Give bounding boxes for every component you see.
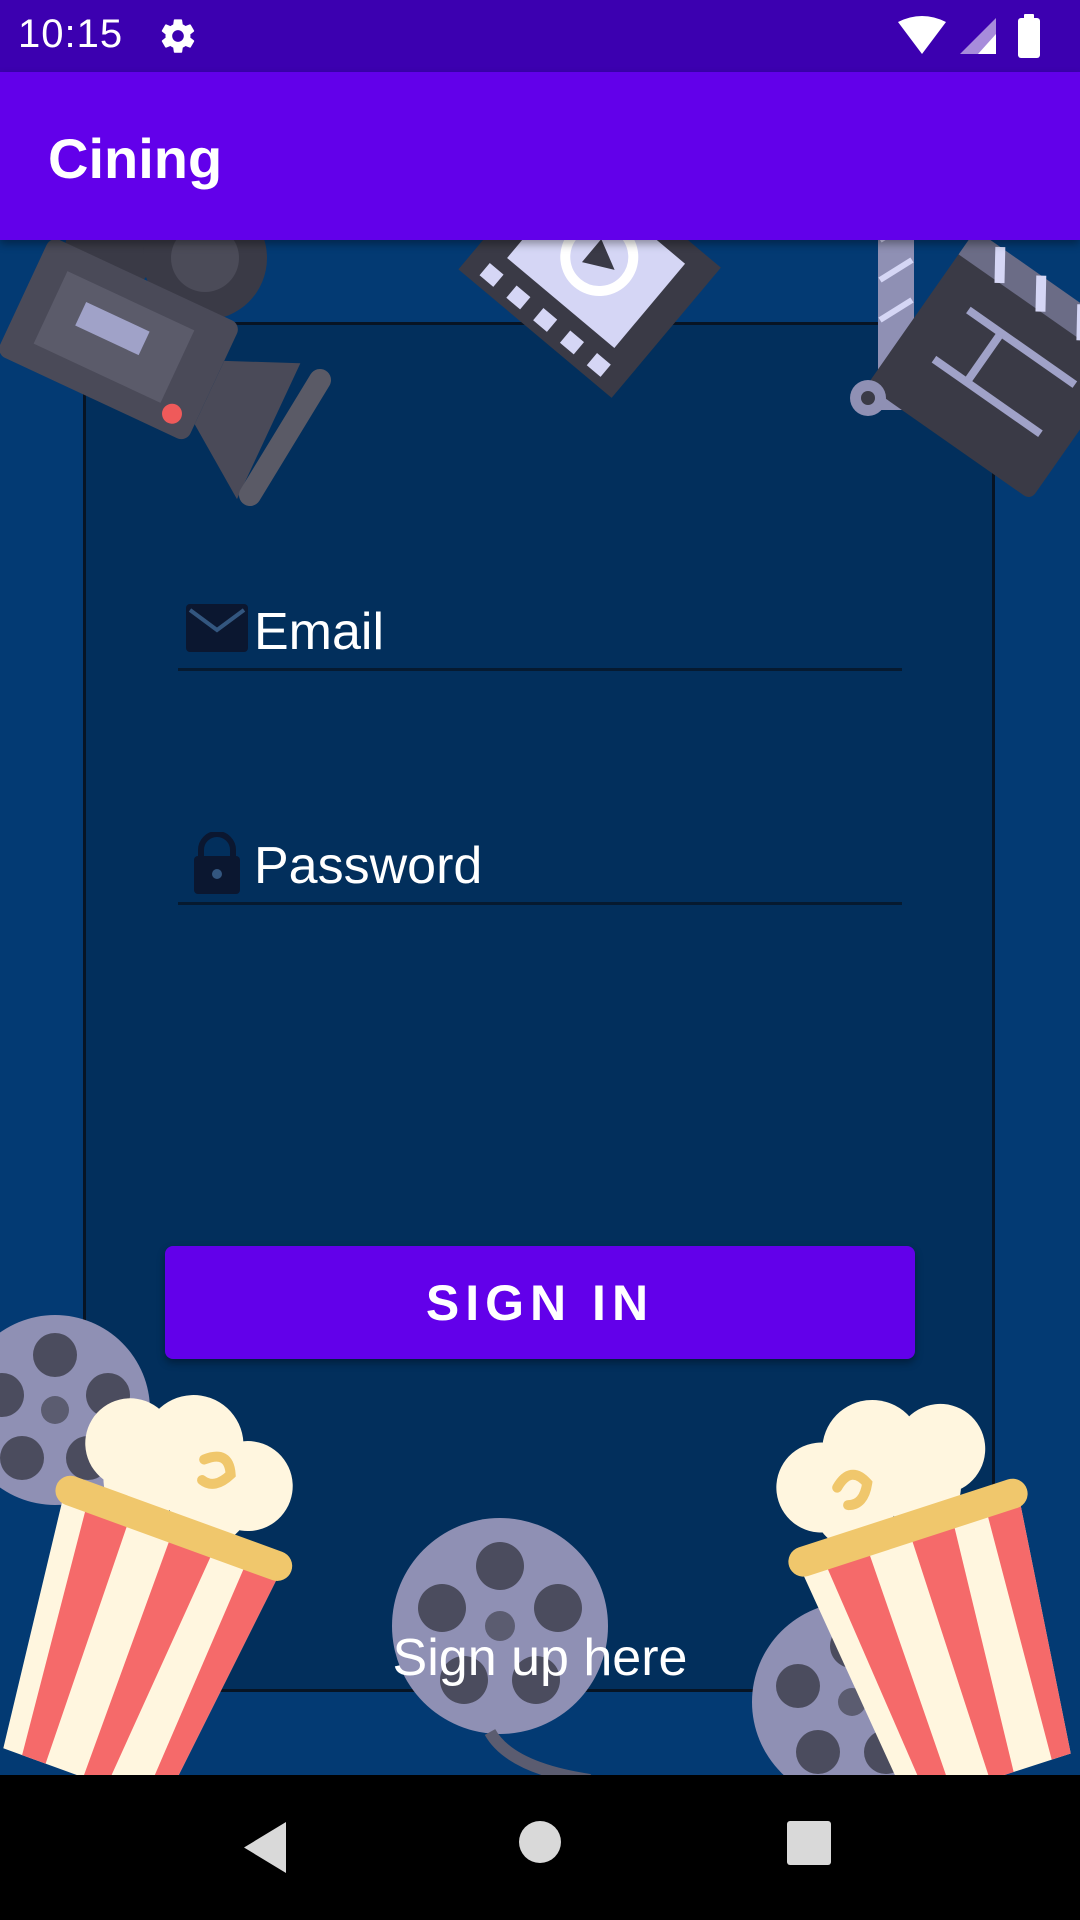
sign-in-button[interactable]: SIGN IN [165,1246,915,1359]
popcorn-icon [3,1395,293,1775]
film-frame-icon [458,240,721,398]
email-placeholder: Email [254,603,385,661]
email-icon [186,604,248,652]
navigation-bar [0,1775,1080,1920]
password-field[interactable]: Password [178,822,902,905]
app-title: Cining [48,127,223,190]
movie-camera-icon [0,240,331,506]
wifi-icon [898,16,946,54]
status-bar: 10:15 [0,0,1080,72]
password-placeholder: Password [254,837,483,895]
lock-icon [194,832,240,894]
cellular-signal-icon [960,18,996,54]
login-screen: Email Password SIGN IN Sign up here [0,240,1080,1775]
status-time: 10:15 [18,12,124,56]
email-field[interactable]: Email [178,588,902,671]
gear-icon [161,19,195,53]
sign-up-link[interactable]: Sign up here [0,1628,1080,1688]
recents-icon[interactable] [786,1820,832,1866]
status-icons [898,14,1040,58]
clapperboard-icon [850,240,1080,497]
back-icon[interactable] [240,1820,290,1875]
battery-icon [1018,14,1040,58]
popcorn-icon [776,1399,1071,1775]
app-bar: Cining [0,72,1080,240]
home-icon[interactable] [518,1820,562,1864]
